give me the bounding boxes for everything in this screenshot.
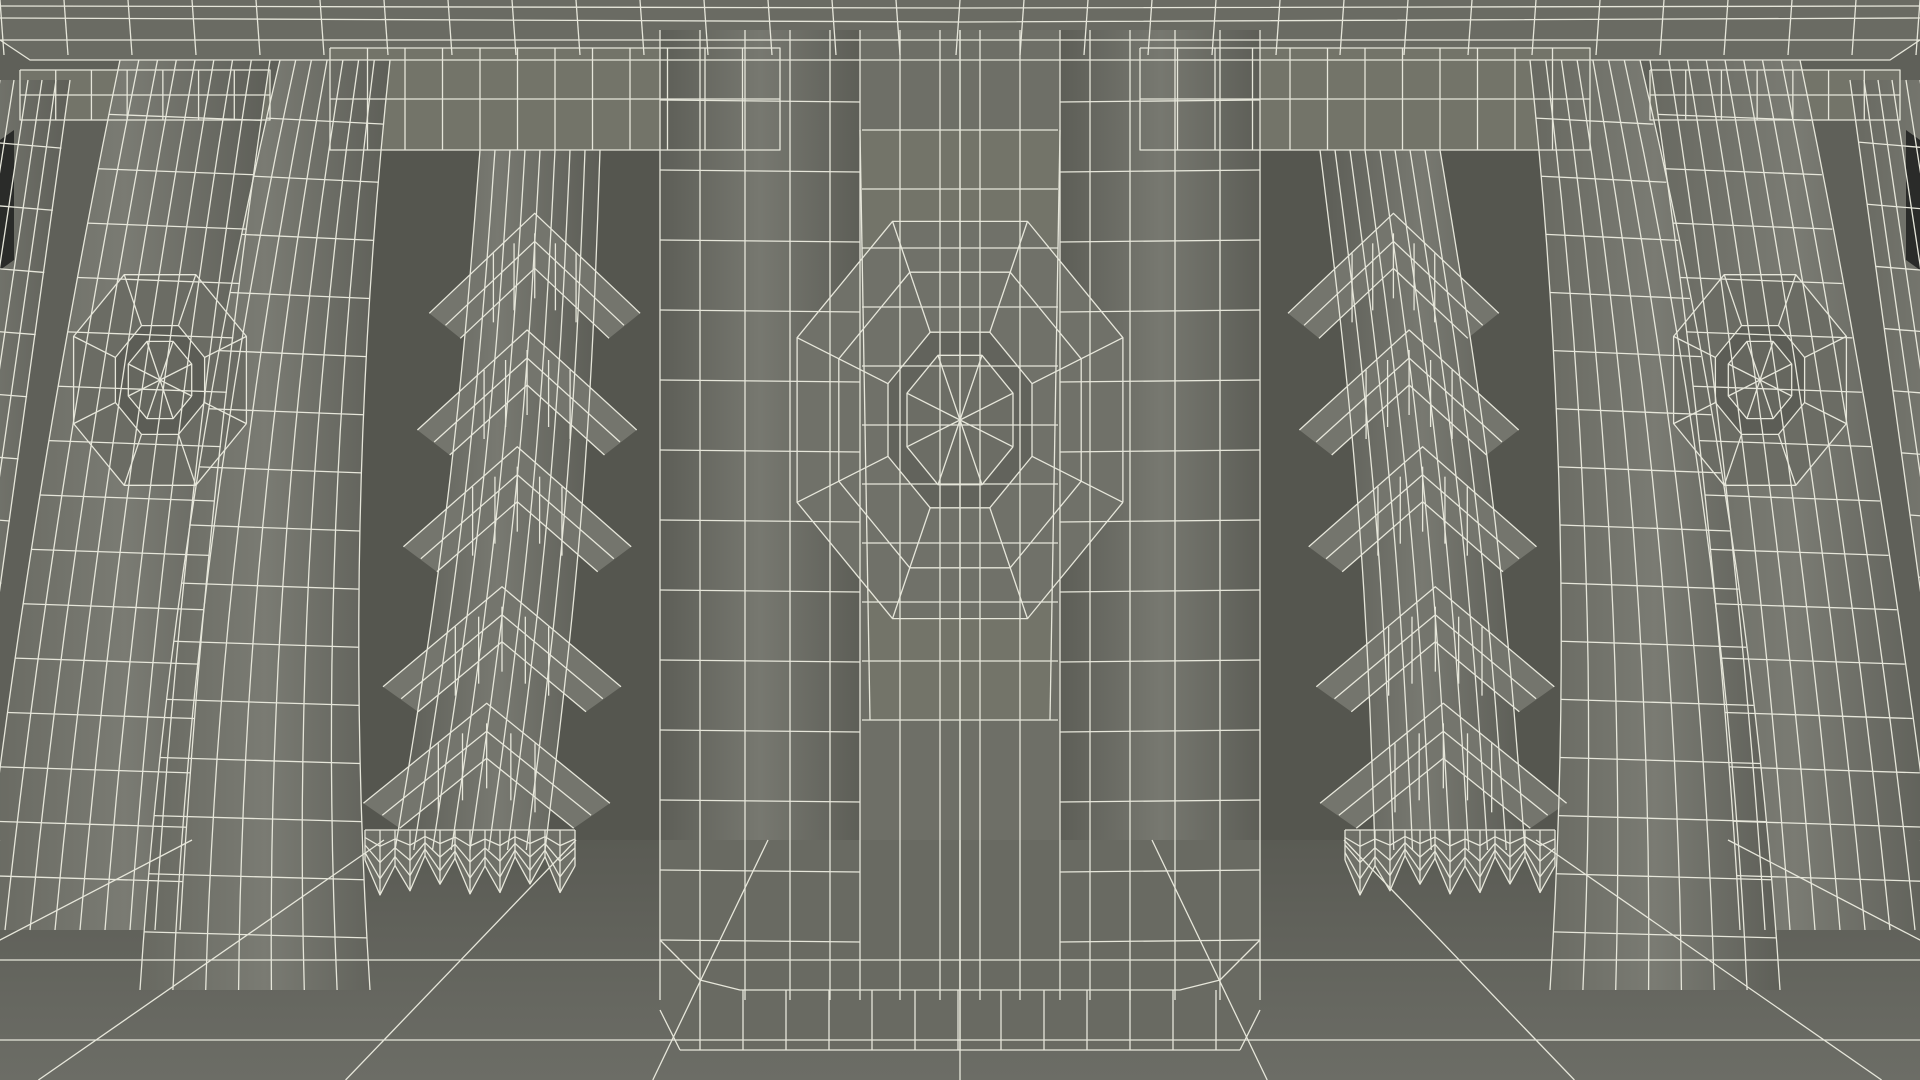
wireframe-render (0, 0, 1920, 1080)
3d-viewport[interactable] (0, 0, 1920, 1080)
